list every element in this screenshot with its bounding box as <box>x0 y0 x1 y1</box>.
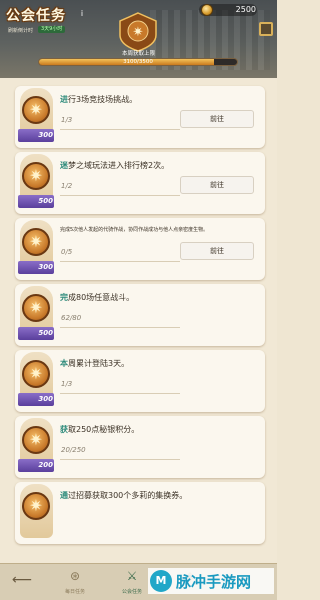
task-text: 过招募获取300个多莉的集换券。 <box>68 491 188 500</box>
task-text: 周累计登陆3天。 <box>68 359 130 368</box>
header: 公会任务 i 刷新倒计时 3天9小时 2500 ✷ 本周获取上限 3100/35… <box>0 0 277 78</box>
task-badge: ✷ 500 <box>15 152 55 214</box>
weekly-cap-label: 本周获取上限 <box>121 51 155 57</box>
star-icon: ✷ <box>29 298 43 317</box>
progress-divider <box>60 195 180 196</box>
watermark-logo: M <box>150 570 172 592</box>
refresh-label: 刷新倒计时 <box>8 28 34 34</box>
progress-divider <box>60 459 180 460</box>
task-progress: 62/80 <box>61 314 82 322</box>
task-card: ✷ 500 完成80场任意战斗。 62/80 <box>15 284 265 346</box>
go-button[interactable]: 前往 <box>180 176 254 194</box>
reward-value: 500 <box>38 329 53 337</box>
tab-guild-task[interactable]: ⚔ 公会任务 <box>112 566 152 598</box>
task-description: 完成5次他人发起的代骑作战，协同作战成功与他人点亲密度生物。 <box>60 226 260 234</box>
task-description: 通过招募获取300个多莉的集换券。 <box>60 490 260 501</box>
go-button[interactable]: 前往 <box>180 110 254 128</box>
reward-value: 200 <box>38 461 53 469</box>
progress-divider <box>60 327 180 328</box>
go-button[interactable]: 前往 <box>180 242 254 260</box>
task-card: ✷ 通过招募获取300个多莉的集换券。 <box>15 482 265 544</box>
reward-value: 500 <box>38 197 53 205</box>
tab-label: 公会任务 <box>121 589 142 595</box>
task-badge: ✷ 300 <box>15 86 55 148</box>
task-card: ✷ 300 本周累计登陆3天。 1/3 <box>15 350 265 412</box>
task-progress: 1/3 <box>61 116 73 124</box>
page-title: 公会任务 <box>6 8 66 24</box>
reward-value: 300 <box>38 131 53 139</box>
refresh-time: 3天9小时 <box>38 26 66 33</box>
currency-value: 2500 <box>235 5 256 14</box>
weekly-progress-text: 3100/3500 <box>123 59 153 65</box>
star-icon: ✷ <box>29 100 43 119</box>
weekly-progress-bar: 3100/3500 <box>38 58 238 66</box>
back-arrow-icon[interactable]: ⟵ <box>12 572 32 588</box>
reward-value: 300 <box>38 263 53 271</box>
tab-label: 每日任务 <box>64 589 85 595</box>
task-card: ✷ 200 获取250点秘银积分。 20/250 <box>15 416 265 478</box>
svg-text:✷: ✷ <box>133 25 144 40</box>
task-progress: 0/5 <box>61 248 73 256</box>
coin-icon <box>201 4 213 16</box>
task-first-char: 通 <box>60 491 68 500</box>
star-icon: ✷ <box>29 430 43 449</box>
watermark-text: 脉冲手游网 <box>176 573 252 591</box>
reward-value: 300 <box>38 395 53 403</box>
task-first-char: 获 <box>60 425 68 434</box>
task-badge: ✷ 300 <box>15 218 55 280</box>
star-icon: ✷ <box>29 166 43 185</box>
task-first-char: 进 <box>60 95 68 104</box>
task-text: 取250点秘银积分。 <box>68 425 140 434</box>
task-description: 迷梦之域玩法进入排行榜2次。 <box>60 160 260 171</box>
task-description: 进行3场竞技场挑战。 <box>60 94 260 105</box>
star-icon: ✷ <box>29 496 43 515</box>
task-first-char: 完 <box>60 293 68 302</box>
task-badge: ✷ <box>15 482 55 544</box>
task-badge: ✷ 500 <box>15 284 55 346</box>
task-description: 本周累计登陆3天。 <box>60 358 260 369</box>
task-card: ✷ 300 进行3场竞技场挑战。 1/3 前往 <box>15 86 265 148</box>
tab-daily-task[interactable]: ⊛ 每日任务 <box>55 566 95 598</box>
guild-emblem-icon: ✷ <box>119 12 157 52</box>
star-icon: ✷ <box>29 364 43 383</box>
task-progress: 1/3 <box>61 380 73 388</box>
progress-divider <box>60 393 180 394</box>
task-progress: 1/2 <box>61 182 73 190</box>
task-progress: 20/250 <box>61 446 86 454</box>
progress-divider <box>60 261 180 262</box>
task-text: 完成5次他人发起的代骑作战，协同作战成功与他人点亲密度生物。 <box>60 227 209 233</box>
progress-divider <box>60 129 180 130</box>
guild-task-icon: ⚔ <box>126 569 138 583</box>
task-card: ✷ 300 完成5次他人发起的代骑作战，协同作战成功与他人点亲密度生物。 0/5 前往 <box>15 218 265 280</box>
task-text: 成80场任意战斗。 <box>68 293 135 302</box>
task-first-char: 本 <box>60 359 68 368</box>
task-text: 梦之域玩法进入排行榜2次。 <box>68 161 170 170</box>
task-description: 获取250点秘银积分。 <box>60 424 260 435</box>
task-list[interactable]: ✷ 300 进行3场竞技场挑战。 1/3 前往 ✷ 500 迷梦之域玩法进入排行榜2次。 1/2… <box>0 78 277 563</box>
task-card: ✷ 500 迷梦之域玩法进入排行榜2次。 1/2 前往 <box>15 152 265 214</box>
task-text: 行3场竞技场挑战。 <box>68 95 138 104</box>
shop-icon[interactable] <box>259 22 273 36</box>
task-badge: ✷ 300 <box>15 350 55 412</box>
star-icon: ✷ <box>29 232 43 251</box>
task-badge: ✷ 200 <box>15 416 55 478</box>
daily-task-icon: ⊛ <box>69 569 81 583</box>
info-icon[interactable]: i <box>78 9 86 19</box>
task-description: 完成80场任意战斗。 <box>60 292 260 303</box>
task-first-char: 迷 <box>60 161 68 170</box>
